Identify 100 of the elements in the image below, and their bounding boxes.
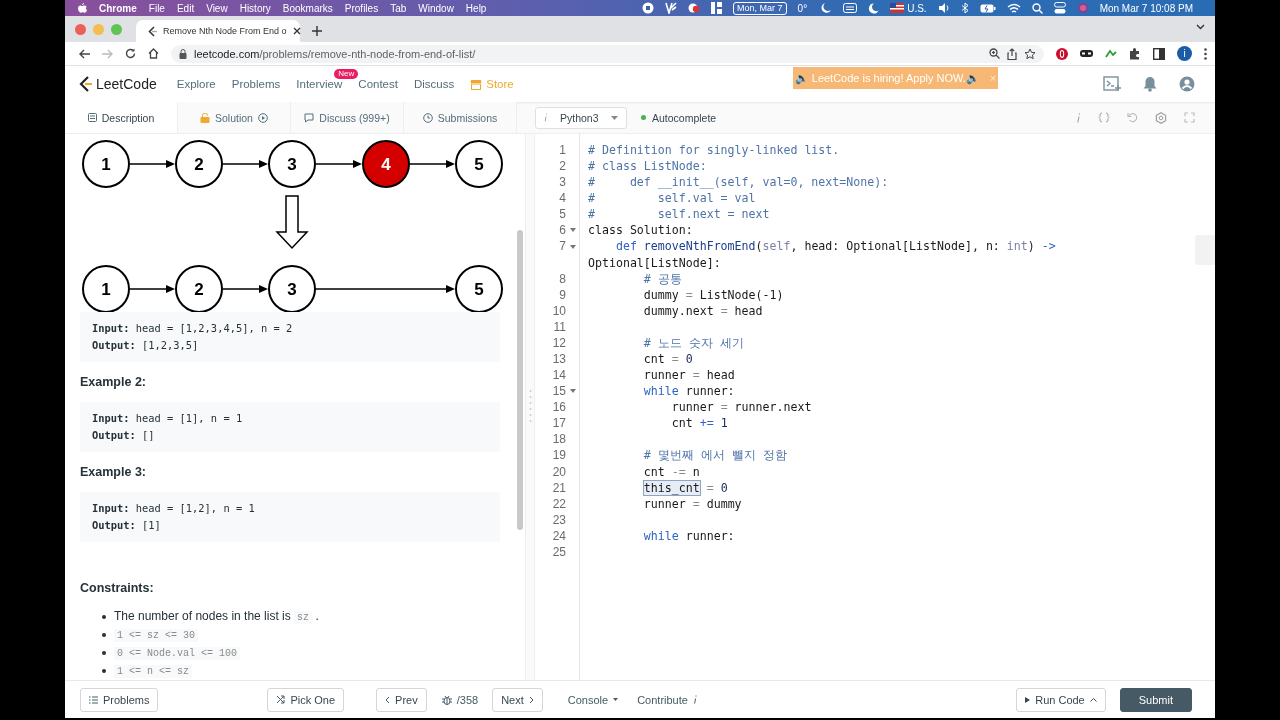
menu-item[interactable]: History xyxy=(239,2,271,14)
scrollbar-thumb[interactable] xyxy=(517,230,523,530)
code-line: def removeNthFromEnd(self, head: Optional[ListNode], n: int) -> xyxy=(614,238,1056,255)
close-window-icon[interactable] xyxy=(75,23,86,35)
link-arrow xyxy=(222,285,268,293)
link-arrow xyxy=(409,160,455,168)
back-icon[interactable] xyxy=(79,48,90,59)
bullet xyxy=(102,669,106,673)
code-line: this_cnt = 0 xyxy=(642,479,728,496)
fold-arrow-icon[interactable] xyxy=(569,389,576,394)
code-line: dummy.next = head xyxy=(642,302,763,319)
code-line: runner = head xyxy=(642,367,735,384)
input-source-text[interactable]: U.S. xyxy=(907,2,927,14)
link-arrow xyxy=(315,160,362,168)
chart-up-icon[interactable] xyxy=(1105,49,1117,58)
volume-icon[interactable] xyxy=(937,2,950,14)
line-number: 19 xyxy=(551,447,566,464)
nav-link[interactable]: Interview xyxy=(296,78,343,90)
search-icon[interactable] xyxy=(1031,2,1043,14)
star-icon[interactable] xyxy=(1024,47,1036,60)
temperature-text[interactable]: 0° xyxy=(797,2,808,14)
sidebar-icon[interactable] xyxy=(1153,47,1165,60)
language-dropdown[interactable]: Python3 xyxy=(535,106,627,129)
battery-icon[interactable] xyxy=(979,3,996,13)
menu-item[interactable]: Profiles xyxy=(344,2,379,14)
chat-bubble-icon[interactable] xyxy=(688,2,701,14)
address-bar[interactable]: leetcode.com/problems/remove-nth-node-from-end-of-list/ xyxy=(171,44,1044,63)
fold-arrow-icon[interactable] xyxy=(569,228,576,233)
list-node: 3 xyxy=(268,140,316,188)
extension-icon[interactable] xyxy=(1056,47,1068,60)
stop-icon[interactable] xyxy=(642,2,655,14)
panel-tab[interactable]: Description xyxy=(65,102,178,133)
plus-icon[interactable] xyxy=(312,26,322,36)
control-center-icon[interactable] xyxy=(1053,2,1066,14)
submit-button[interactable]: Submit xyxy=(1119,687,1192,712)
list-node: 2 xyxy=(175,265,223,312)
code-line: # def __init__(self, val=0, next=None): xyxy=(587,174,889,191)
line-number: 7 xyxy=(558,238,566,255)
apple-icon xyxy=(77,2,87,14)
menu-item[interactable]: View xyxy=(206,2,228,14)
problems-button[interactable]: Problems xyxy=(80,687,159,712)
bullet xyxy=(102,633,106,637)
date-badge[interactable]: Mon, Mar 7 xyxy=(733,1,787,15)
run-code-button[interactable]: Run Code xyxy=(1016,687,1106,712)
more-menu-icon[interactable] xyxy=(1204,47,1207,60)
app-menu[interactable]: Chrome xyxy=(99,2,137,14)
nav-link[interactable]: Problems xyxy=(231,78,281,90)
line-number: 25 xyxy=(551,543,566,561)
close-icon[interactable] xyxy=(292,27,301,35)
comment-icon xyxy=(304,112,315,123)
menu-item[interactable]: Edit xyxy=(176,2,195,14)
share-icon[interactable] xyxy=(1007,47,1017,60)
drag-handle-icon[interactable] xyxy=(528,389,532,425)
puzzle-icon[interactable] xyxy=(1129,47,1141,60)
profile-avatar[interactable]: i xyxy=(1177,46,1192,61)
next-button[interactable]: Next xyxy=(492,687,543,712)
example-heading: Example 2: xyxy=(80,374,147,390)
account-icon[interactable] xyxy=(1179,76,1195,92)
logo-text[interactable]: LeetCode xyxy=(96,76,157,92)
menu-item[interactable]: Tab xyxy=(390,2,407,14)
line-number: 24 xyxy=(551,527,566,544)
terminal-plus-icon[interactable] xyxy=(1103,76,1121,92)
nav-link[interactable]: Discuss xyxy=(413,78,455,90)
menu-item[interactable]: Bookmarks xyxy=(282,2,333,14)
constraint-text: 1 <= n <= sz xyxy=(114,662,192,680)
info-icon xyxy=(544,113,548,122)
fold-arrow-icon[interactable] xyxy=(569,244,576,249)
leetcode-logo-icon xyxy=(79,76,92,92)
bell-icon[interactable] xyxy=(1143,76,1157,92)
example-line: Input: head = [1,2,3,4,5], n = 2 xyxy=(92,321,293,336)
example-line: Output: [] xyxy=(92,428,155,443)
home-icon[interactable] xyxy=(148,48,159,59)
settings-icon[interactable] xyxy=(1155,111,1167,124)
menu-item[interactable]: Help xyxy=(465,2,487,14)
clock-text[interactable]: Mon Mar 7 10:08 PM xyxy=(1099,2,1193,14)
prev-button[interactable]: Prev xyxy=(376,687,427,712)
bolt-icon[interactable] xyxy=(665,2,678,14)
nav-link[interactable]: Explore xyxy=(176,78,216,90)
list-node: 1 xyxy=(82,140,130,188)
link-arrow xyxy=(222,160,268,168)
contribute-link[interactable]: Contribute xyxy=(637,693,697,706)
line-number: 4 xyxy=(558,190,566,207)
console-toggle[interactable]: Console xyxy=(567,693,619,706)
mask-icon[interactable] xyxy=(1080,49,1093,58)
bluetooth-icon[interactable] xyxy=(960,2,969,14)
autocomplete-toggle[interactable]: Autocomplete xyxy=(652,111,717,124)
browser-tab[interactable]: Remove Nth Node From End o xyxy=(136,20,300,42)
problem-counter[interactable]: /358 xyxy=(441,693,479,706)
link-arrow xyxy=(129,160,175,168)
chevron-down-icon[interactable] xyxy=(1196,24,1205,30)
panel-icon[interactable] xyxy=(711,2,723,14)
reload-icon[interactable] xyxy=(125,48,136,59)
zoom-icon[interactable] xyxy=(989,48,1000,59)
menu-item[interactable]: Window xyxy=(418,2,454,14)
pick-one-button[interactable]: Pick One xyxy=(267,687,345,712)
moon-icon[interactable] xyxy=(868,2,880,14)
wifi-icon[interactable] xyxy=(1006,2,1021,14)
menu-item[interactable]: File xyxy=(148,2,165,14)
nav-link[interactable]: Contest xyxy=(358,78,398,90)
keyboard-icon[interactable] xyxy=(843,3,858,13)
